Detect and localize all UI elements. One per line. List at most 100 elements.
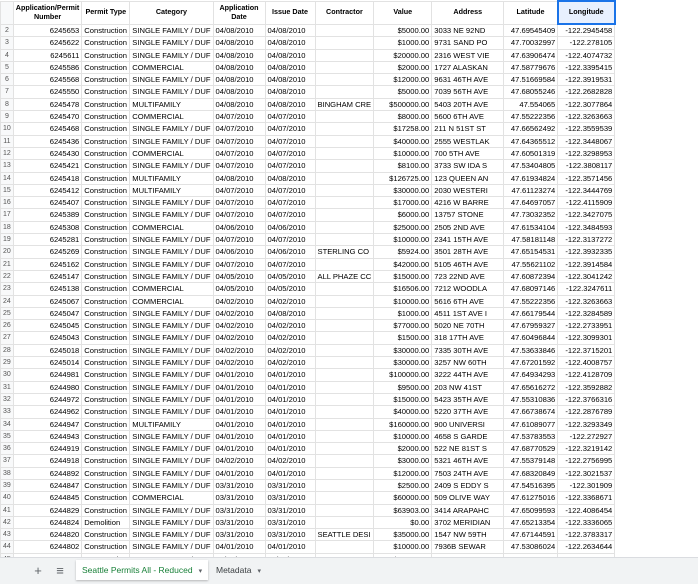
table-cell[interactable]: $12000.00	[373, 466, 433, 480]
table-cell[interactable]: 4658 S GARDE	[431, 429, 505, 444]
table-cell[interactable]: 04/02/2010	[212, 454, 266, 468]
table-cell[interactable]: 04/08/2010	[264, 171, 316, 185]
table-cell[interactable]: 9731 SAND PO	[431, 36, 505, 50]
table-cell[interactable]: 04/07/2010	[212, 146, 266, 161]
table-cell[interactable]: 47.61123274	[503, 183, 559, 198]
table-cell[interactable]: 04/01/2010	[212, 442, 266, 456]
row-number[interactable]: 43	[0, 528, 14, 542]
table-cell[interactable]: $5924.00	[373, 245, 433, 259]
table-cell[interactable]: Construction	[81, 97, 131, 112]
table-cell[interactable]: SINGLE FAMILY / DUF	[129, 442, 214, 456]
table-cell[interactable]: 6244972	[12, 392, 83, 407]
table-cell[interactable]: 04/07/2010	[264, 183, 316, 198]
table-cell[interactable]	[314, 122, 375, 136]
table-cell[interactable]: Construction	[81, 331, 131, 345]
column-header-selected[interactable]: Longitude	[556, 0, 616, 25]
table-cell[interactable]: Construction	[81, 319, 131, 333]
table-cell[interactable]: Construction	[81, 356, 131, 370]
table-cell[interactable]: 2316 WEST VIE	[431, 48, 505, 62]
table-cell[interactable]	[314, 306, 375, 321]
table-cell[interactable]: -122.3298953	[557, 146, 616, 161]
table-cell[interactable]: $10000.00	[373, 294, 433, 308]
table-cell[interactable]: -122.4086454	[557, 503, 616, 517]
table-cell[interactable]: $42000.00	[373, 257, 433, 271]
table-cell[interactable]: Construction	[81, 368, 131, 382]
table-cell[interactable]: $1000.00	[373, 36, 433, 50]
row-number[interactable]: 25	[0, 306, 14, 321]
row-number[interactable]: 33	[0, 405, 14, 419]
table-cell[interactable]: $160000.00	[373, 417, 433, 431]
table-cell[interactable]: Construction	[81, 343, 131, 358]
table-cell[interactable]: Construction	[81, 269, 131, 284]
table-cell[interactable]: 04/06/2010	[212, 220, 266, 235]
column-header[interactable]: Permit Type	[81, 0, 131, 25]
row-number[interactable]: 19	[0, 233, 14, 247]
table-cell[interactable]	[314, 73, 375, 87]
table-cell[interactable]	[314, 233, 375, 247]
table-cell[interactable]: -122.3448067	[557, 134, 616, 148]
table-cell[interactable]: Construction	[81, 220, 131, 235]
table-cell[interactable]: 47.53783553	[503, 429, 559, 444]
table-cell[interactable]: 03/31/2010	[212, 503, 266, 517]
table-cell[interactable]: SINGLE FAMILY / DUF	[129, 515, 214, 530]
table-cell[interactable]	[314, 343, 375, 358]
table-cell[interactable]: SINGLE FAMILY / DUF	[129, 429, 214, 444]
table-cell[interactable]: 2341 15TH AVE	[431, 233, 505, 247]
table-cell[interactable]: SINGLE FAMILY / DUF	[129, 122, 214, 136]
table-cell[interactable]: 6245147	[12, 269, 83, 284]
table-cell[interactable]: COMMERCIAL	[129, 220, 214, 235]
table-cell[interactable]: 9631 46TH AVE	[431, 73, 505, 87]
table-cell[interactable]: 6244962	[12, 405, 83, 419]
table-cell[interactable]: -122.2756995	[557, 454, 616, 468]
table-cell[interactable]: 47.63906474	[503, 48, 559, 62]
row-number[interactable]: 44	[0, 540, 14, 554]
table-cell[interactable]: -122.3336065	[557, 515, 616, 530]
row-number[interactable]: 27	[0, 331, 14, 345]
table-cell[interactable]: SINGLE FAMILY / DUF	[129, 319, 214, 333]
row-number-header[interactable]	[0, 0, 14, 25]
table-cell[interactable]: -122.3395415	[557, 60, 616, 75]
table-cell[interactable]: Construction	[81, 257, 131, 271]
table-cell[interactable]: 47.65213354	[503, 515, 559, 530]
table-cell[interactable]: -122.3592882	[557, 380, 616, 394]
table-cell[interactable]: 04/01/2010	[264, 405, 316, 419]
row-number[interactable]: 5	[0, 60, 14, 75]
table-cell[interactable]: 04/08/2010	[212, 60, 266, 75]
row-number[interactable]: 39	[0, 478, 14, 493]
table-cell[interactable]: 6244829	[12, 503, 83, 517]
table-cell[interactable]	[314, 48, 375, 62]
table-cell[interactable]: $0.00	[373, 515, 433, 530]
table-cell[interactable]: $5000.00	[373, 85, 433, 99]
table-cell[interactable]: -122.4115909	[557, 196, 616, 210]
table-cell[interactable]: 04/08/2010	[212, 36, 266, 50]
table-cell[interactable]: 6245412	[12, 183, 83, 198]
table-cell[interactable]: SINGLE FAMILY / DUF	[129, 478, 214, 493]
row-number[interactable]: 3	[0, 36, 14, 50]
table-cell[interactable]: 2030 WESTERI	[431, 183, 505, 198]
table-cell[interactable]: 04/05/2010	[264, 269, 316, 284]
table-cell[interactable]: 7503 24TH AVE	[431, 466, 505, 480]
table-cell[interactable]: SINGLE FAMILY / DUF	[129, 134, 214, 148]
table-cell[interactable]: 211 N 51ST ST	[431, 122, 505, 136]
table-cell[interactable]: $35000.00	[373, 528, 433, 542]
row-number[interactable]: 32	[0, 392, 14, 407]
table-cell[interactable]: $12000.00	[373, 73, 433, 87]
table-cell[interactable]: 04/01/2010	[212, 429, 266, 444]
table-cell[interactable]: 47.66562492	[503, 122, 559, 136]
table-cell[interactable]: 1547 NW 59TH	[431, 528, 505, 542]
table-cell[interactable]: 7212 WOODLA	[431, 282, 505, 296]
table-cell[interactable]: 5616 6TH AVE	[431, 294, 505, 308]
table-cell[interactable]: 04/08/2010	[264, 85, 316, 99]
table-cell[interactable]: 6245653	[12, 23, 83, 38]
table-cell[interactable]: 6245550	[12, 85, 83, 99]
table-cell[interactable]: 04/01/2010	[264, 466, 316, 480]
table-cell[interactable]: 04/07/2010	[212, 196, 266, 210]
table-cell[interactable]: 04/05/2010	[212, 282, 266, 296]
table-cell[interactable]: -122.3077864	[557, 97, 616, 112]
table-cell[interactable]: 04/07/2010	[264, 134, 316, 148]
table-cell[interactable]: 04/05/2010	[264, 282, 316, 296]
table-cell[interactable]: SINGLE FAMILY / DUF	[129, 23, 214, 38]
table-cell[interactable]: Construction	[81, 85, 131, 99]
table-cell[interactable]: 47.68097146	[503, 282, 559, 296]
table-cell[interactable]	[314, 294, 375, 308]
